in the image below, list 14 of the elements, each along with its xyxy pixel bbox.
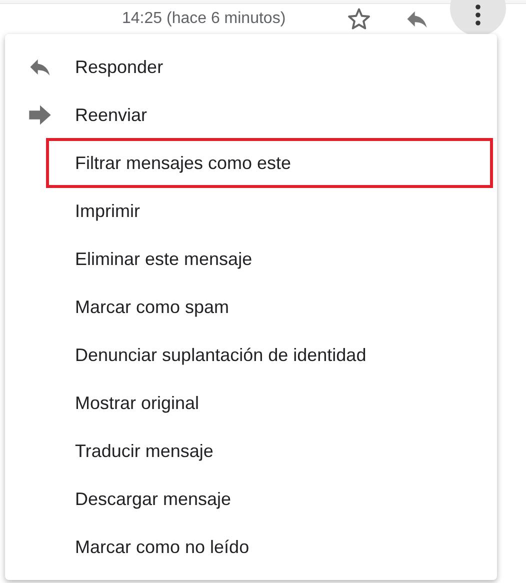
- menu-item[interactable]: Eliminar este mensaje: [75, 248, 252, 270]
- menu-item[interactable]: Denunciar suplantación de identidad: [75, 344, 366, 366]
- menu-item[interactable]: Imprimir: [75, 200, 140, 222]
- menu-item[interactable]: Traducir mensaje: [75, 440, 214, 462]
- menu-item[interactable]: Marcar como no leído: [75, 536, 250, 558]
- menu-item[interactable]: Reenviar: [75, 104, 148, 126]
- menu-item[interactable]: Responder: [75, 56, 164, 78]
- message-time: 14:25 (hace 6 minutos): [122, 10, 287, 28]
- menu-item[interactable]: Marcar como spam: [75, 296, 230, 318]
- menu-item[interactable]: Mostrar original: [75, 392, 200, 414]
- menu-item[interactable]: Filtrar mensajes como este: [75, 152, 292, 174]
- star-icon[interactable]: [346, 6, 372, 32]
- more-vert-icon: [475, 4, 481, 26]
- menu-item[interactable]: Descargar mensaje: [75, 488, 232, 510]
